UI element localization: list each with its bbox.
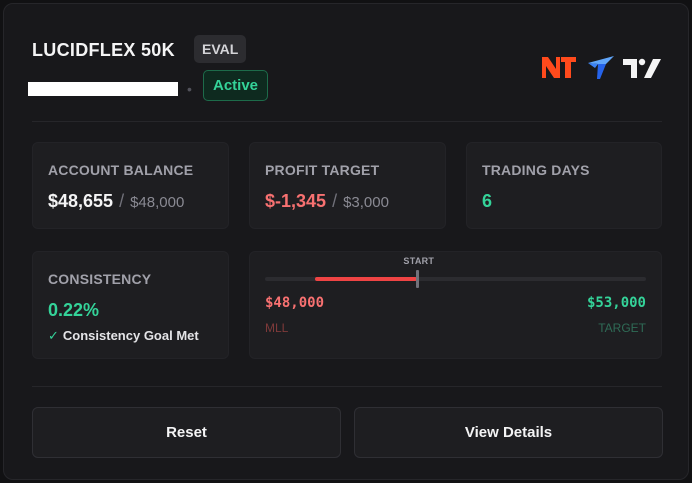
mll-label: MLL bbox=[265, 321, 289, 335]
tradingview-logo bbox=[623, 58, 661, 78]
consistency-value: 0.22% bbox=[48, 300, 100, 320]
profit-target-value: $3,000 bbox=[343, 194, 389, 211]
trading-days-card: TRADING DAYS 6 bbox=[466, 142, 662, 229]
value-separator: / bbox=[119, 191, 125, 211]
profit-target-value-row: $-1,345/ $3,000 bbox=[265, 191, 389, 212]
target-label: TARGET bbox=[598, 321, 646, 335]
value-separator: / bbox=[332, 191, 338, 211]
progress-fill bbox=[314, 277, 418, 281]
start-marker bbox=[415, 270, 419, 288]
account-balance-value: $48,655 bbox=[48, 191, 114, 211]
mll-value: $48,000 bbox=[265, 295, 325, 311]
platform-logos bbox=[542, 56, 661, 79]
account-balance-value-row: $48,655/ $48,000 bbox=[48, 191, 184, 212]
tradovate-logo bbox=[588, 56, 614, 79]
view-details-button[interactable]: View Details bbox=[354, 407, 663, 458]
account-balance-card: ACCOUNT BALANCE $48,655/ $48,000 bbox=[32, 142, 229, 229]
check-icon: ✓ bbox=[48, 328, 59, 343]
account-type-badge: EVAL bbox=[194, 35, 247, 63]
reset-button[interactable]: Reset bbox=[32, 407, 341, 458]
account-balance-start: $48,000 bbox=[130, 194, 185, 211]
redacted-account-id bbox=[28, 82, 178, 96]
trading-days-label: TRADING DAYS bbox=[482, 162, 590, 178]
header-divider bbox=[32, 121, 662, 122]
account-balance-label: ACCOUNT BALANCE bbox=[48, 162, 194, 178]
ninjatrader-logo bbox=[542, 57, 576, 78]
progress-track bbox=[265, 270, 646, 288]
footer-divider bbox=[32, 386, 662, 387]
consistency-goal-text: Consistency Goal Met bbox=[62, 328, 199, 343]
profit-current-value: $-1,345 bbox=[265, 191, 327, 211]
profit-target-card: PROFIT TARGET $-1,345/ $3,000 bbox=[249, 142, 446, 229]
account-title: LUCIDFLEX 50K bbox=[32, 40, 175, 60]
trading-days-value: 6 bbox=[482, 191, 493, 211]
status-badge: Active bbox=[203, 70, 269, 101]
account-card: LUCIDFLEX 50K EVAL • Active ACCOUNT BALA… bbox=[3, 3, 689, 480]
drawdown-progress-card: START $48,000 MLL $53,000 TARGET bbox=[249, 251, 662, 359]
consistency-goal: ✓ Consistency Goal Met bbox=[48, 328, 199, 344]
consistency-label: CONSISTENCY bbox=[48, 271, 152, 287]
target-value: $53,000 bbox=[586, 295, 646, 311]
separator-dot: • bbox=[187, 81, 192, 97]
consistency-card: CONSISTENCY 0.22% ✓ Consistency Goal Met bbox=[32, 251, 229, 359]
profit-target-label: PROFIT TARGET bbox=[265, 162, 380, 178]
start-label: START bbox=[403, 256, 435, 266]
